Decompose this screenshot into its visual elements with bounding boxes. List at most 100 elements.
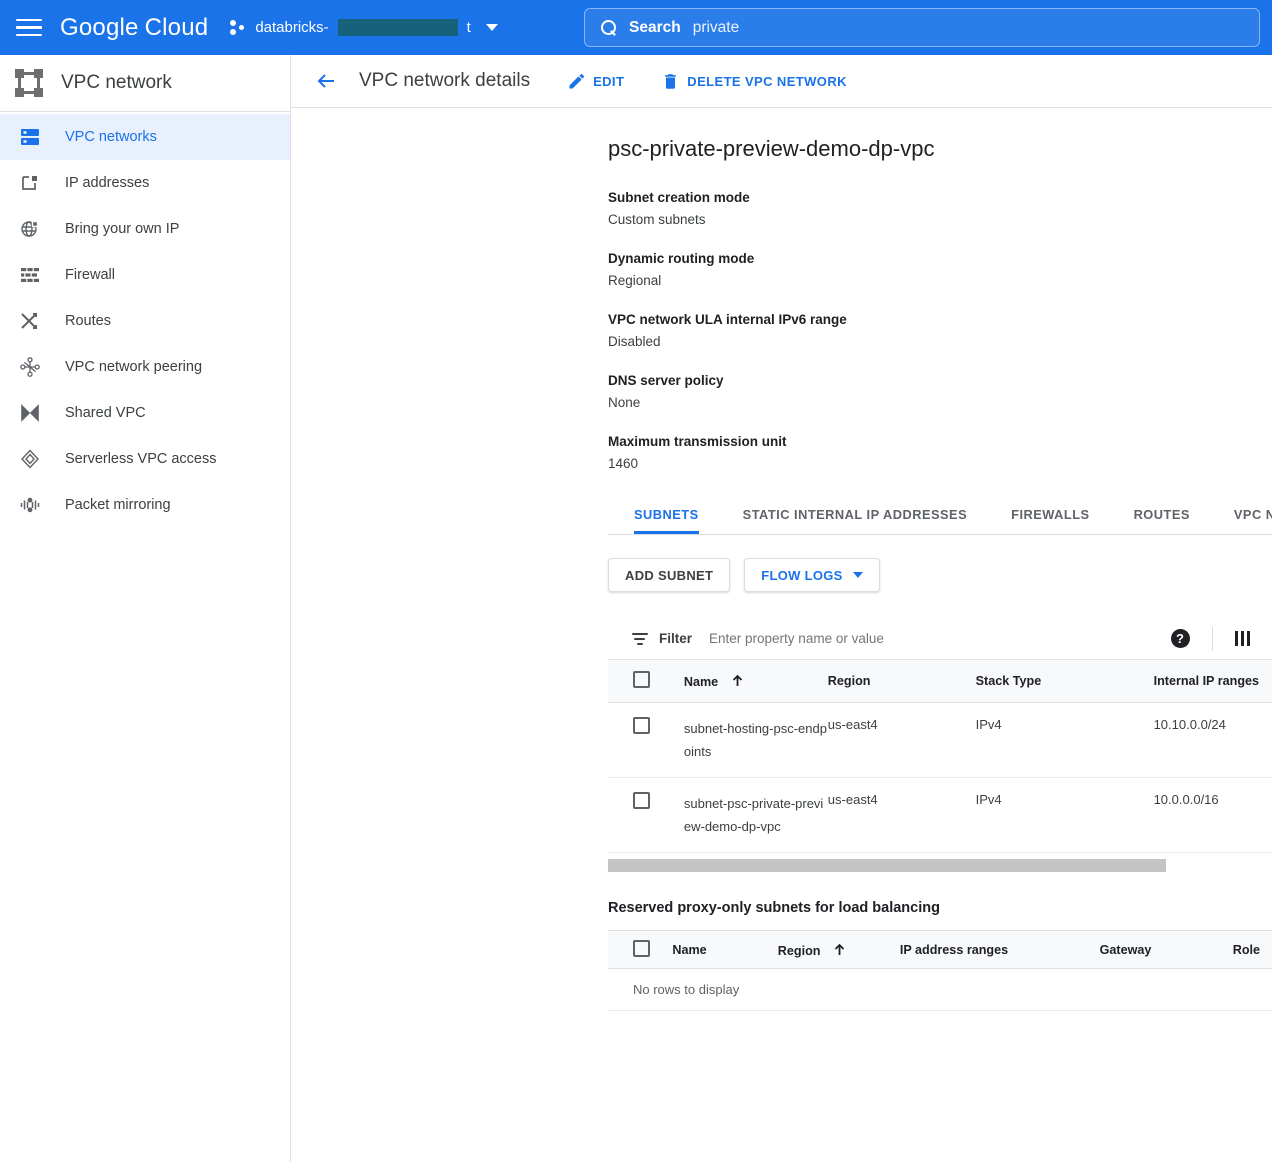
- tab-label: VPC NETWORK PEERING: [1233, 507, 1272, 522]
- main-content: VPC network details EDIT DELETE VPC NETW…: [291, 55, 1272, 1162]
- tab-vpc-network-peering[interactable]: VPC NETWORK PEERING: [1212, 507, 1272, 534]
- subnets-toolbar: ADD SUBNET FLOW LOGS: [608, 558, 1272, 592]
- cell-name[interactable]: subnet-psc-private-preview-demo-dp-vpc: [683, 777, 828, 853]
- field-label: DNS server policy: [608, 373, 724, 388]
- tab-static-internal-ip-addresses[interactable]: STATIC INTERNAL IP ADDRESSES: [721, 507, 989, 534]
- delete-vpc-network-button[interactable]: DELETE VPC NETWORK: [662, 73, 847, 90]
- tab-label: STATIC INTERNAL IP ADDRESSES: [742, 507, 968, 522]
- sidebar-item-shared-vpc[interactable]: Shared VPC: [0, 390, 290, 436]
- sidebar-item-label: Firewall: [65, 267, 115, 283]
- top-app-bar: Google Cloud databricks-t Search private: [0, 0, 1272, 55]
- sidebar-item-label: Bring your own IP: [65, 221, 180, 237]
- field-value: Disabled: [608, 334, 661, 349]
- scrollbar-thumb[interactable]: [608, 859, 1166, 872]
- search-label: Search: [629, 18, 681, 36]
- column-header-internal-ip-ranges[interactable]: Internal IP ranges: [1153, 660, 1272, 703]
- sidebar-item-label: Shared VPC: [65, 405, 146, 421]
- chevron-down-icon: [485, 24, 498, 31]
- select-all-header: [608, 930, 673, 969]
- column-header-ip-address-ranges[interactable]: IP address ranges: [899, 930, 1100, 969]
- tab-subnets[interactable]: SUBNETS: [608, 507, 721, 534]
- row-checkbox[interactable]: [633, 792, 650, 809]
- sidebar-item-firewall[interactable]: Firewall: [0, 252, 290, 298]
- network-name: psc-private-preview-demo-dp-vpc: [608, 136, 935, 161]
- field-value: Regional: [608, 273, 662, 288]
- pencil-icon: [568, 73, 585, 90]
- filter-icon[interactable]: [632, 630, 650, 648]
- tab-label: FIREWALLS: [1011, 507, 1090, 522]
- column-label: Gateway: [1099, 942, 1152, 957]
- sidebar-item-packet-mirroring[interactable]: Packet mirroring: [0, 482, 290, 528]
- field-label: Maximum transmission unit: [608, 434, 787, 449]
- column-header-stack-type[interactable]: Stack Type: [975, 660, 1154, 703]
- column-header-role[interactable]: Role: [1232, 930, 1272, 969]
- hamburger-menu-icon[interactable]: [14, 13, 44, 43]
- tab-firewalls[interactable]: FIREWALLS: [989, 507, 1111, 534]
- page-title: VPC network details: [359, 70, 531, 91]
- filter-input[interactable]: [709, 631, 1171, 646]
- filter-bar: Filter ?: [608, 618, 1272, 660]
- cell-region: us-east4: [827, 702, 976, 778]
- routes-icon: [17, 308, 43, 334]
- cell-internal-ip-ranges: 10.0.0.0/16: [1153, 777, 1272, 853]
- add-subnet-button[interactable]: ADD SUBNET: [608, 558, 731, 592]
- search-input-value[interactable]: private: [693, 19, 740, 37]
- select-all-checkbox[interactable]: [633, 671, 650, 688]
- cell-stack-type: IPv4: [975, 702, 1154, 778]
- table-header-row: Name Region IP address ranges Gateway Ro…: [608, 930, 1272, 969]
- global-search-bar[interactable]: Search private: [584, 8, 1260, 47]
- ip-addresses-icon: [17, 170, 43, 196]
- tab-routes[interactable]: ROUTES: [1112, 507, 1212, 534]
- sidebar-item-vpc-networks[interactable]: VPC networks: [0, 114, 290, 160]
- column-label: Internal IP ranges: [1153, 674, 1260, 688]
- row-checkbox[interactable]: [633, 717, 650, 734]
- horizontal-scrollbar[interactable]: [608, 859, 1272, 872]
- packet-mirroring-icon: [17, 492, 43, 518]
- table-row[interactable]: subnet-psc-private-preview-demo-dp-vpc u…: [608, 777, 1272, 853]
- row-select-cell: [608, 702, 684, 778]
- sidebar-item-ip-addresses[interactable]: IP addresses: [0, 160, 290, 206]
- column-header-region[interactable]: Region: [827, 660, 976, 703]
- empty-state-row: No rows to display: [608, 968, 1272, 1011]
- column-header-name[interactable]: Name: [672, 930, 778, 969]
- project-name-redaction: [337, 19, 458, 36]
- column-label: Region: [827, 674, 871, 688]
- sidebar-item-bring-your-own-ip[interactable]: Bring your own IP: [0, 206, 290, 252]
- table-row[interactable]: subnet-hosting-psc-endpoints us-east4 IP…: [608, 702, 1272, 778]
- field-value: 1460: [608, 456, 639, 471]
- column-label: Name: [683, 675, 719, 689]
- sidebar-item-routes[interactable]: Routes: [0, 298, 290, 344]
- select-all-checkbox[interactable]: [633, 939, 650, 957]
- sidebar-item-serverless-vpc-access[interactable]: Serverless VPC access: [0, 436, 290, 482]
- brand-cloud: Cloud: [144, 13, 209, 41]
- delete-button-label: DELETE VPC NETWORK: [687, 73, 847, 89]
- column-header-gateway[interactable]: Gateway: [1099, 930, 1233, 969]
- flow-logs-button[interactable]: FLOW LOGS: [744, 558, 880, 592]
- page-header: VPC network details EDIT DELETE VPC NETW…: [291, 55, 1272, 108]
- help-icon[interactable]: ?: [1170, 629, 1190, 648]
- flow-logs-label: FLOW LOGS: [761, 567, 843, 583]
- shared-vpc-icon: [17, 400, 43, 426]
- detail-field-dynamic-routing-mode: Dynamic routing mode Regional: [608, 251, 1272, 288]
- row-select-cell: [608, 777, 684, 853]
- edit-button[interactable]: EDIT: [568, 73, 624, 90]
- details-pane: psc-private-preview-demo-dp-vpc Subnet c…: [291, 108, 1272, 1011]
- sort-ascending-icon: [731, 674, 744, 690]
- column-label: Role: [1232, 942, 1261, 957]
- field-label: VPC network ULA internal IPv6 range: [608, 312, 847, 327]
- serverless-vpc-access-icon: [17, 446, 43, 472]
- column-display-options-icon[interactable]: [1234, 631, 1250, 646]
- select-all-header: [608, 660, 684, 703]
- back-arrow-icon[interactable]: [313, 68, 339, 94]
- column-header-name[interactable]: Name: [683, 660, 828, 703]
- column-header-region[interactable]: Region: [777, 930, 900, 969]
- field-value: Custom subnets: [608, 212, 706, 227]
- google-cloud-logo[interactable]: Google Cloud: [60, 14, 208, 42]
- project-selector[interactable]: databricks-t: [230, 19, 498, 36]
- field-value: None: [608, 395, 641, 410]
- sidebar-item-vpc-network-peering[interactable]: VPC network peering: [0, 344, 290, 390]
- brand-google: Google: [60, 13, 139, 41]
- cell-name[interactable]: subnet-hosting-psc-endpoints: [683, 702, 828, 778]
- sort-ascending-icon: [833, 943, 846, 959]
- sidebar-item-label: Packet mirroring: [65, 497, 171, 513]
